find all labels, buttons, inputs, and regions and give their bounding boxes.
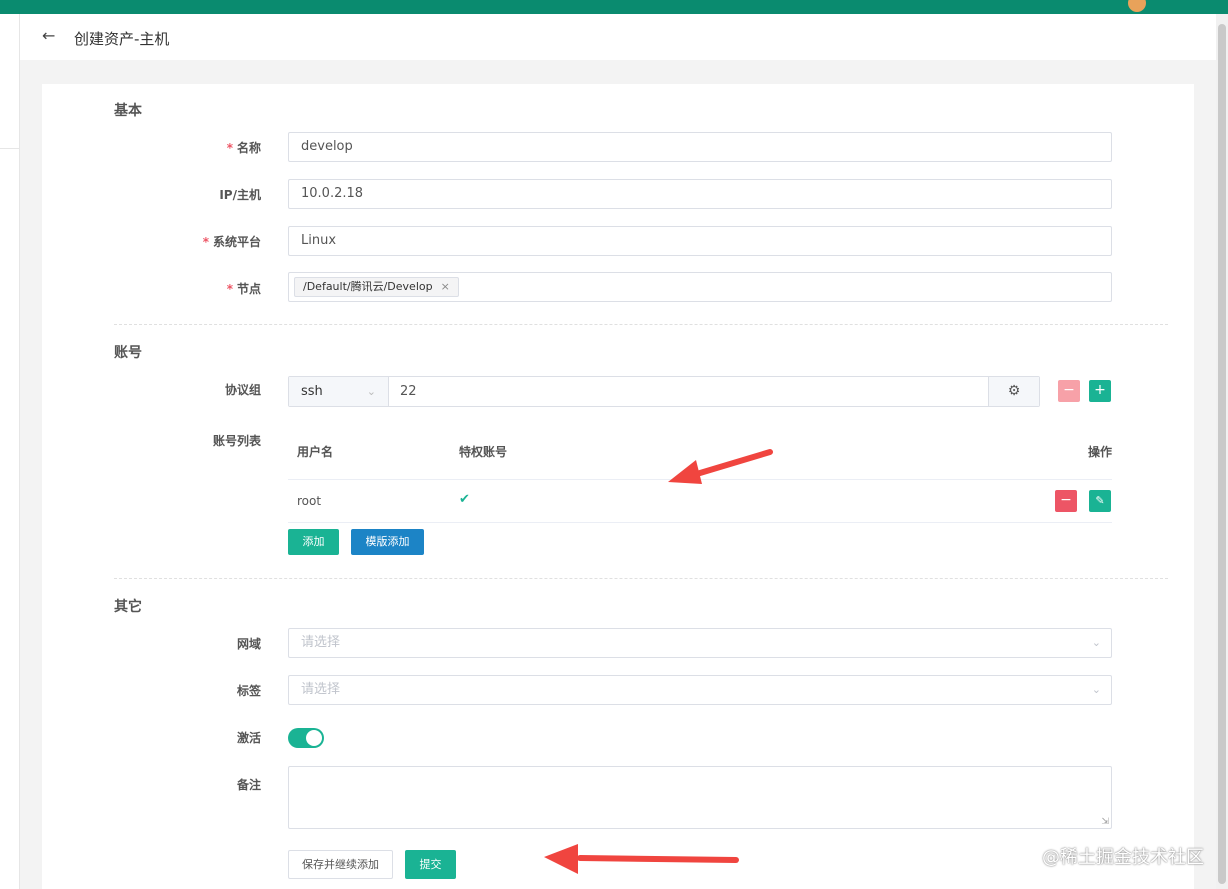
page-title: 创建资产-主机 bbox=[74, 30, 170, 48]
scrollbar-thumb[interactable] bbox=[1218, 24, 1226, 884]
section-title-other: 其它 bbox=[114, 599, 142, 615]
protocol-group: ssh ⌄ 22 ⚙ bbox=[288, 376, 1040, 407]
port-input[interactable]: 22 bbox=[400, 377, 417, 406]
domain-select[interactable]: 请选择 ⌄ bbox=[288, 628, 1112, 658]
add-protocol-button[interactable]: + bbox=[1089, 380, 1111, 402]
column-actions: 操作 bbox=[1088, 445, 1113, 459]
top-navbar bbox=[0, 0, 1228, 14]
comment-label: 备注 bbox=[236, 778, 261, 792]
labels-label: 标签 bbox=[236, 684, 261, 698]
annotation-arrow-icon bbox=[544, 844, 739, 874]
toggle-knob bbox=[306, 730, 322, 746]
required-mark: * bbox=[202, 235, 209, 249]
column-privileged: 特权账号 bbox=[459, 445, 508, 459]
required-mark: * bbox=[226, 282, 233, 296]
resize-grip-icon[interactable]: ⇲ bbox=[1101, 817, 1109, 827]
active-label: 激活 bbox=[236, 731, 261, 745]
sidebar-edge bbox=[0, 14, 20, 889]
submit-button[interactable]: 提交 bbox=[405, 850, 456, 879]
active-toggle[interactable] bbox=[288, 728, 324, 748]
name-input[interactable]: develop bbox=[288, 132, 1112, 162]
arrow-left-icon[interactable]: ← bbox=[42, 26, 55, 45]
tag-close-icon[interactable]: × bbox=[441, 280, 450, 293]
comment-textarea[interactable]: ⇲ bbox=[288, 766, 1112, 829]
chevron-down-icon: ⌄ bbox=[1091, 683, 1101, 696]
watermark: @稀土掘金技术社区 bbox=[1042, 847, 1204, 868]
node-select[interactable]: /Default/腾讯云/Develop × bbox=[288, 272, 1112, 302]
row-username: root bbox=[297, 494, 322, 508]
section-title-account: 账号 bbox=[114, 345, 142, 361]
table-divider bbox=[288, 522, 1112, 523]
annotation-arrow-icon bbox=[668, 449, 773, 484]
ip-input[interactable]: 10.0.2.18 bbox=[288, 179, 1112, 209]
edit-icon[interactable]: ✎ bbox=[1089, 490, 1111, 512]
check-icon: ✔ bbox=[459, 492, 470, 507]
user-avatar[interactable] bbox=[1128, 0, 1146, 12]
protocol-select[interactable]: ssh ⌄ bbox=[289, 377, 389, 406]
platform-select[interactable]: Linux bbox=[288, 226, 1112, 256]
node-label: * 节点 bbox=[226, 282, 261, 296]
gear-icon[interactable]: ⚙ bbox=[988, 377, 1039, 406]
template-add-button[interactable]: 模版添加 bbox=[351, 529, 424, 555]
section-divider bbox=[114, 324, 1168, 325]
column-username: 用户名 bbox=[297, 445, 334, 459]
protocol-label: 协议组 bbox=[224, 383, 261, 397]
page-header: ← 创建资产-主机 bbox=[20, 14, 1216, 60]
section-title-basic: 基本 bbox=[114, 103, 142, 119]
labels-select[interactable]: 请选择 ⌄ bbox=[288, 675, 1112, 705]
chevron-down-icon: ⌄ bbox=[366, 385, 376, 398]
section-divider bbox=[114, 578, 1168, 579]
chevron-down-icon: ⌄ bbox=[1091, 636, 1101, 649]
account-list-label: 账号列表 bbox=[212, 434, 261, 448]
sidebar-divider bbox=[0, 148, 20, 149]
node-tag: /Default/腾讯云/Develop × bbox=[294, 277, 459, 297]
platform-label: * 系统平台 bbox=[202, 235, 261, 249]
ip-label: IP/主机 bbox=[219, 188, 261, 202]
save-continue-button[interactable]: 保存并继续添加 bbox=[288, 850, 393, 879]
remove-protocol-button[interactable]: − bbox=[1058, 380, 1080, 402]
asset-form-card: 基本 * 名称 develop IP/主机 10.0.2.18 * 系统平台 Lin… bbox=[42, 84, 1194, 889]
required-mark: * bbox=[226, 141, 233, 155]
name-label: * 名称 bbox=[226, 141, 261, 155]
delete-account-button[interactable]: − bbox=[1055, 490, 1077, 512]
page-scrollbar[interactable] bbox=[1216, 14, 1228, 889]
add-account-button[interactable]: 添加 bbox=[288, 529, 339, 555]
domain-label: 网域 bbox=[236, 637, 261, 651]
